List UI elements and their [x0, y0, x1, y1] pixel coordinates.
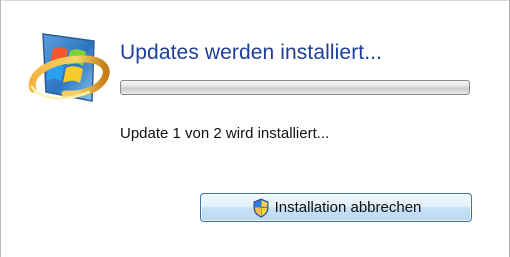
update-progress-bar: [120, 80, 470, 95]
cancel-installation-label: Installation abbrechen: [274, 198, 422, 216]
dialog-top-border: [0, 0, 510, 1]
shield-icon: [253, 197, 269, 218]
windows-update-icon: [26, 25, 110, 107]
update-status-text: Update 1 von 2 wird installiert...: [120, 125, 330, 142]
cancel-installation-button[interactable]: Installation abbrechen: [200, 193, 472, 222]
dialog-left-border: [0, 0, 1, 257]
dialog-title: Updates werden installiert...: [120, 41, 383, 64]
